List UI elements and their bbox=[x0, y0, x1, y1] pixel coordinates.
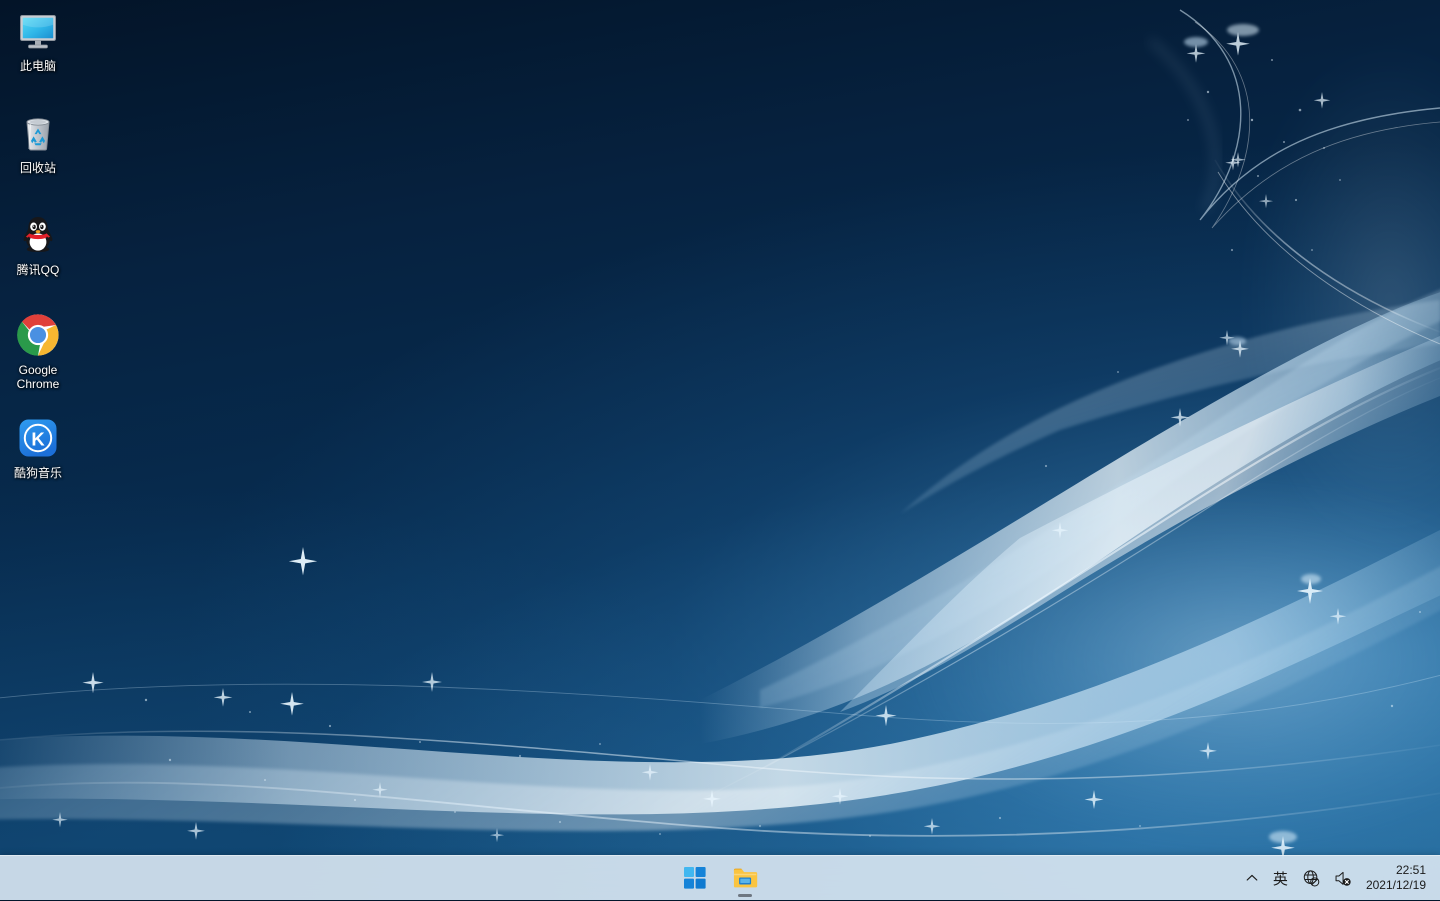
desktop-icon-kugou-music[interactable]: K 酷狗音乐 bbox=[2, 415, 74, 480]
desktop-icon-recycle-bin[interactable]: 回收站 bbox=[2, 110, 74, 175]
desktop-icon-layer: 此电脑 bbox=[0, 0, 120, 860]
show-hidden-icons-button[interactable] bbox=[1239, 861, 1265, 895]
taskbar[interactable]: 英 22:51 2021/12/19 bbox=[0, 855, 1440, 900]
desktop-icon-this-pc[interactable]: 此电脑 bbox=[2, 8, 74, 73]
ime-label: 英 bbox=[1273, 868, 1288, 889]
chrome-icon bbox=[15, 312, 61, 358]
chevron-up-icon bbox=[1245, 871, 1259, 885]
taskbar-running-indicator bbox=[738, 894, 752, 897]
qq-penguin-icon bbox=[15, 212, 61, 258]
network-no-internet-icon bbox=[1302, 869, 1321, 888]
desktop-icon-label: 此电脑 bbox=[2, 59, 74, 73]
volume-button[interactable] bbox=[1327, 861, 1358, 895]
ime-indicator-button[interactable]: 英 bbox=[1265, 861, 1296, 895]
clock-button[interactable]: 22:51 2021/12/19 bbox=[1358, 858, 1438, 898]
desktop-icon-label: 回收站 bbox=[2, 161, 74, 175]
monitor-icon bbox=[15, 8, 61, 54]
taskbar-center-group bbox=[675, 856, 765, 901]
start-button[interactable] bbox=[675, 858, 715, 898]
desktop-icon-tencent-qq[interactable]: 腾讯QQ bbox=[2, 212, 74, 277]
wallpaper-artwork bbox=[0, 0, 1440, 900]
clock-time: 22:51 bbox=[1396, 863, 1426, 878]
network-button[interactable] bbox=[1296, 861, 1327, 895]
desktop-icon-google-chrome[interactable]: Google Chrome bbox=[2, 312, 74, 391]
svg-text:K: K bbox=[31, 428, 45, 449]
desktop-icon-label: 酷狗音乐 bbox=[2, 466, 74, 480]
desktop-icon-label: 腾讯QQ bbox=[2, 263, 74, 277]
taskbar-item-file-explorer[interactable] bbox=[725, 858, 765, 898]
desktop-icon-label: Google Chrome bbox=[2, 363, 74, 391]
desktop[interactable]: 此电脑 bbox=[0, 0, 1440, 900]
folder-icon bbox=[732, 866, 758, 890]
recycle-bin-icon bbox=[15, 110, 61, 156]
clock-date: 2021/12/19 bbox=[1366, 878, 1426, 893]
windows-logo-icon bbox=[684, 867, 706, 889]
system-tray: 英 22:51 2021/12/19 bbox=[1239, 856, 1440, 901]
volume-muted-icon bbox=[1333, 869, 1352, 888]
kugou-icon: K bbox=[15, 415, 61, 461]
